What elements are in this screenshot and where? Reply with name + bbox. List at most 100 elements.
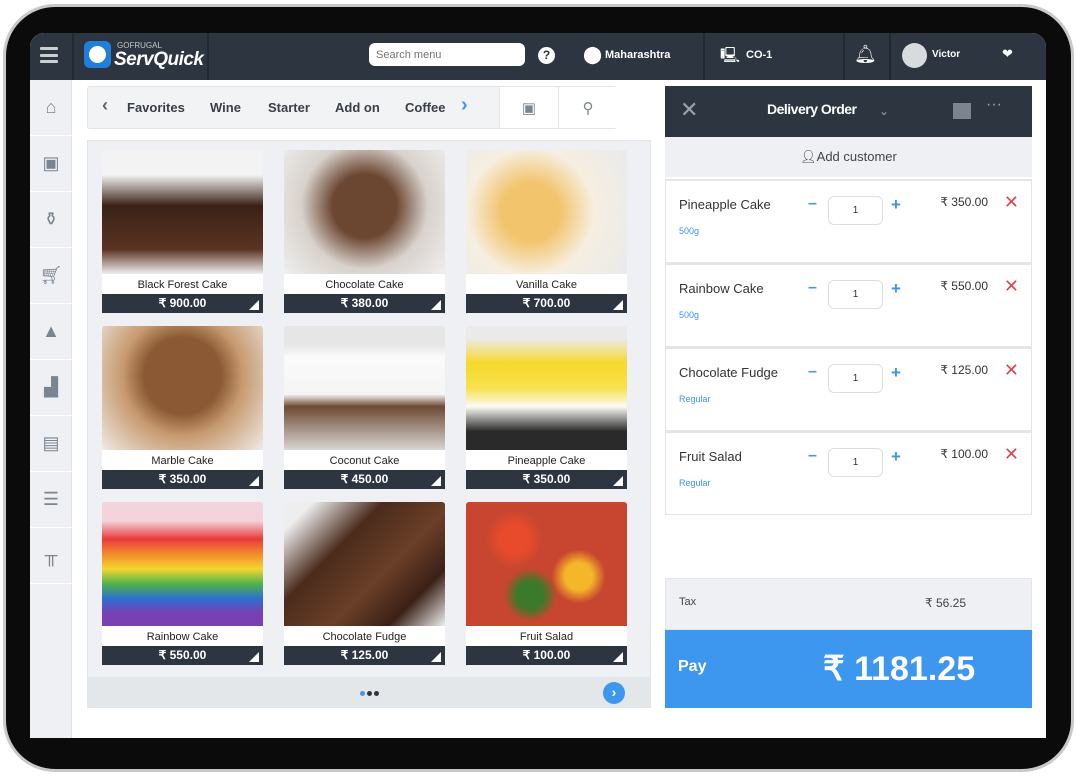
pay-label: Pay (678, 658, 707, 675)
line-item-variant[interactable]: 500g (679, 310, 699, 320)
item-price: ₹ 380.00 (284, 294, 445, 313)
tax-label: Tax (679, 596, 697, 608)
item-name: Pineapple Cake (466, 450, 627, 470)
add-customer-button[interactable]: 👤︎Add customer (665, 137, 1032, 177)
order-line: Pineapple Cake 500g –1 + ₹ 350.00 ✕ (665, 179, 1032, 263)
purchase-icon[interactable]: ▲ (30, 304, 72, 360)
fullscreen-icon[interactable]: ▣ (499, 87, 558, 128)
page-dot[interactable] (374, 691, 379, 696)
increase-qty-button[interactable]: + (891, 447, 901, 467)
item-name: Chocolate Cake (284, 274, 445, 294)
more-options-icon[interactable]: ··· (986, 96, 1002, 114)
app-screen: GOFRUGAL ServQuick ? ⬤ Maharashtra 🖳 CO-… (30, 33, 1046, 738)
menu-item[interactable]: Rainbow Cake ₹ 550.00 (102, 502, 263, 665)
category-wine[interactable]: Wine (210, 100, 241, 115)
decrease-qty-button[interactable]: – (808, 447, 817, 465)
line-item-variant[interactable]: Regular (679, 394, 711, 404)
menu-icon[interactable] (40, 47, 58, 63)
decrease-qty-button[interactable]: – (808, 279, 817, 297)
menu-item[interactable]: Coconut Cake ₹ 450.00 (284, 326, 445, 489)
order-type-title[interactable]: Delivery Order (767, 101, 857, 117)
user-name[interactable]: Victor (932, 49, 960, 60)
remove-item-icon[interactable]: ✕ (1004, 276, 1019, 297)
line-item-variant[interactable]: Regular (679, 478, 711, 488)
chocolate-fudge-image (284, 502, 445, 626)
remove-item-icon[interactable]: ✕ (1004, 360, 1019, 381)
catalog-icon[interactable]: ▣ (30, 136, 72, 192)
quantity-field[interactable]: 1 (828, 196, 883, 225)
chevron-right-icon[interactable]: › (461, 94, 468, 117)
category-favorites[interactable]: Favorites (127, 100, 185, 115)
menu-item[interactable]: Vanilla Cake ₹ 700.00 (466, 150, 627, 313)
search-icon[interactable]: ⚲ (558, 87, 617, 128)
remove-item-icon[interactable]: ✕ (1004, 192, 1019, 213)
line-item-variant[interactable]: 500g (679, 226, 699, 236)
brand-name: ServQuick (114, 49, 204, 70)
coconut-cake-image (284, 326, 445, 450)
item-name: Coconut Cake (284, 450, 445, 470)
order-line: Fruit Salad Regular –1 + ₹ 100.00 ✕ (665, 431, 1032, 515)
page-dot[interactable] (367, 691, 372, 696)
item-price: ₹ 125.00 (284, 646, 445, 665)
search-input[interactable] (369, 43, 525, 66)
table-icon[interactable]: ╥ (30, 528, 72, 584)
menu-item[interactable]: Chocolate Fudge ₹ 125.00 (284, 502, 445, 665)
menu-item[interactable]: Black Forest Cake ₹ 900.00 (102, 150, 263, 313)
next-page-button[interactable]: › (603, 682, 625, 704)
category-coffee[interactable]: Coffee (405, 100, 445, 115)
category-add-on[interactable]: Add on (335, 100, 380, 115)
order-line: Rainbow Cake 500g –1 + ₹ 550.00 ✕ (665, 263, 1032, 347)
line-item-name: Pineapple Cake (679, 197, 771, 212)
menu-item[interactable]: Fruit Salad ₹ 100.00 (466, 502, 627, 665)
cart-icon[interactable]: 🛒︎ (30, 248, 72, 304)
avatar[interactable] (902, 43, 927, 68)
pay-button[interactable]: Pay ₹ 1181.25 (665, 630, 1032, 708)
notification-bell-icon[interactable]: 🔔︎ (854, 44, 877, 65)
quantity-field[interactable]: 1 (828, 448, 883, 477)
chevron-left-icon[interactable]: ‹ (102, 95, 108, 116)
home-icon[interactable]: ⌂ (30, 80, 72, 136)
menu-item[interactable]: Chocolate Cake ₹ 380.00 (284, 150, 445, 313)
quantity-field[interactable]: 1 (828, 364, 883, 393)
remove-item-icon[interactable]: ✕ (1004, 444, 1019, 465)
item-price: ₹ 450.00 (284, 470, 445, 489)
chevron-down-icon[interactable]: ⌄ (879, 104, 889, 118)
line-item-name: Fruit Salad (679, 449, 742, 464)
item-name: Black Forest Cake (102, 274, 263, 294)
black-forest-cake-image (102, 150, 263, 274)
fullscreen-icon[interactable] (953, 103, 971, 119)
increase-qty-button[interactable]: + (891, 363, 901, 383)
reports-icon[interactable]: ▟ (30, 360, 72, 416)
menu-item[interactable]: Pineapple Cake ₹ 350.00 (466, 326, 627, 489)
line-item-amount: ₹ 350.00 (940, 195, 988, 209)
chevron-down-icon[interactable]: ❤︎ (1002, 46, 1013, 62)
clipboard-icon[interactable]: ▤ (30, 416, 72, 472)
line-item-amount: ₹ 100.00 (940, 447, 988, 461)
quantity-field[interactable]: 1 (828, 280, 883, 309)
page-dot[interactable] (360, 691, 365, 696)
trolley-icon[interactable]: ⚱ (30, 192, 72, 248)
close-icon[interactable]: ✕ (680, 97, 698, 123)
line-item-amount: ₹ 550.00 (940, 279, 988, 293)
menu-item[interactable]: Marble Cake ₹ 350.00 (102, 326, 263, 489)
category-starter[interactable]: Starter (268, 100, 310, 115)
decrease-qty-button[interactable]: – (808, 195, 817, 213)
settings-sliders-icon[interactable]: ☰ (30, 472, 72, 528)
fruit-salad-image (466, 502, 627, 626)
location-selector[interactable]: Maharashtra (605, 49, 670, 61)
location-pin-icon: ⬤ (583, 45, 603, 64)
item-name: Rainbow Cake (102, 626, 263, 646)
marble-cake-image (102, 326, 263, 450)
add-user-icon: 👤︎ (800, 149, 817, 164)
rainbow-cake-image (102, 502, 263, 626)
increase-qty-button[interactable]: + (891, 279, 901, 299)
item-name: Vanilla Cake (466, 274, 627, 294)
decrease-qty-button[interactable]: – (808, 363, 817, 381)
increase-qty-button[interactable]: + (891, 195, 901, 215)
help-icon[interactable]: ? (538, 47, 555, 64)
item-price: ₹ 350.00 (102, 470, 263, 489)
order-header: ✕ Delivery Order ⌄ ··· (665, 86, 1032, 137)
counter-selector[interactable]: CO-1 (746, 49, 772, 61)
menu-grid: Black Forest Cake ₹ 900.00 Chocolate Cake… (87, 140, 651, 708)
chocolate-cake-image (284, 150, 445, 274)
